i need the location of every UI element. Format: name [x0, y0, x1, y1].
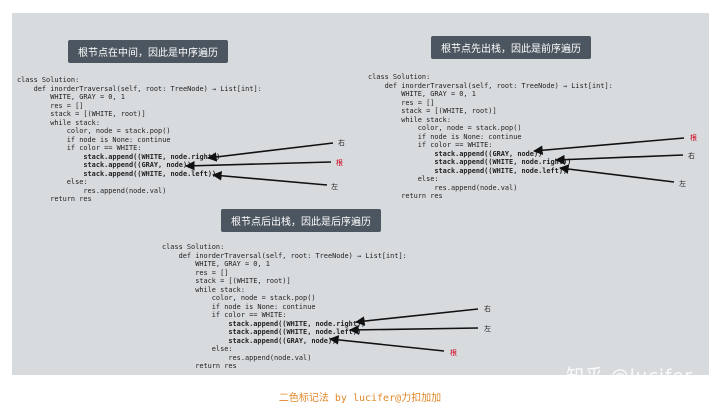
preorder-arrow-root: [533, 137, 685, 156]
preorder-arrow-right: [555, 154, 684, 165]
postorder-arrow-right: [355, 308, 479, 326]
postorder-arrow-root: [329, 335, 445, 352]
postorder-arrow-left: [349, 325, 479, 335]
preorder-arrow-left: [559, 164, 675, 183]
inorder-arrow-root: [185, 160, 332, 171]
inorder-arrow-left: [212, 170, 328, 186]
inorder-arrow-right: [207, 142, 334, 162]
zhihu-watermark: 知乎 @lucifer: [566, 366, 693, 387]
arrow-layer: [185, 137, 685, 352]
figure-caption: 二色标记法 by lucifer@力扣加加: [278, 393, 442, 404]
